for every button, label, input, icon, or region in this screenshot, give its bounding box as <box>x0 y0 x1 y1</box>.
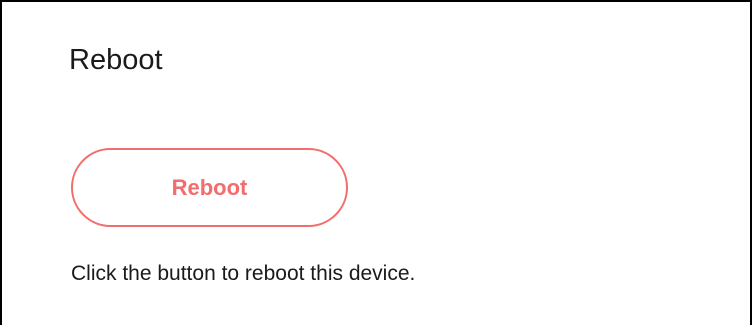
reboot-description: Click the button to reboot this device. <box>71 262 416 285</box>
section-title: Reboot <box>69 44 163 76</box>
reboot-panel: Reboot Reboot Click the button to reboot… <box>0 0 752 325</box>
reboot-button[interactable]: Reboot <box>71 148 348 227</box>
